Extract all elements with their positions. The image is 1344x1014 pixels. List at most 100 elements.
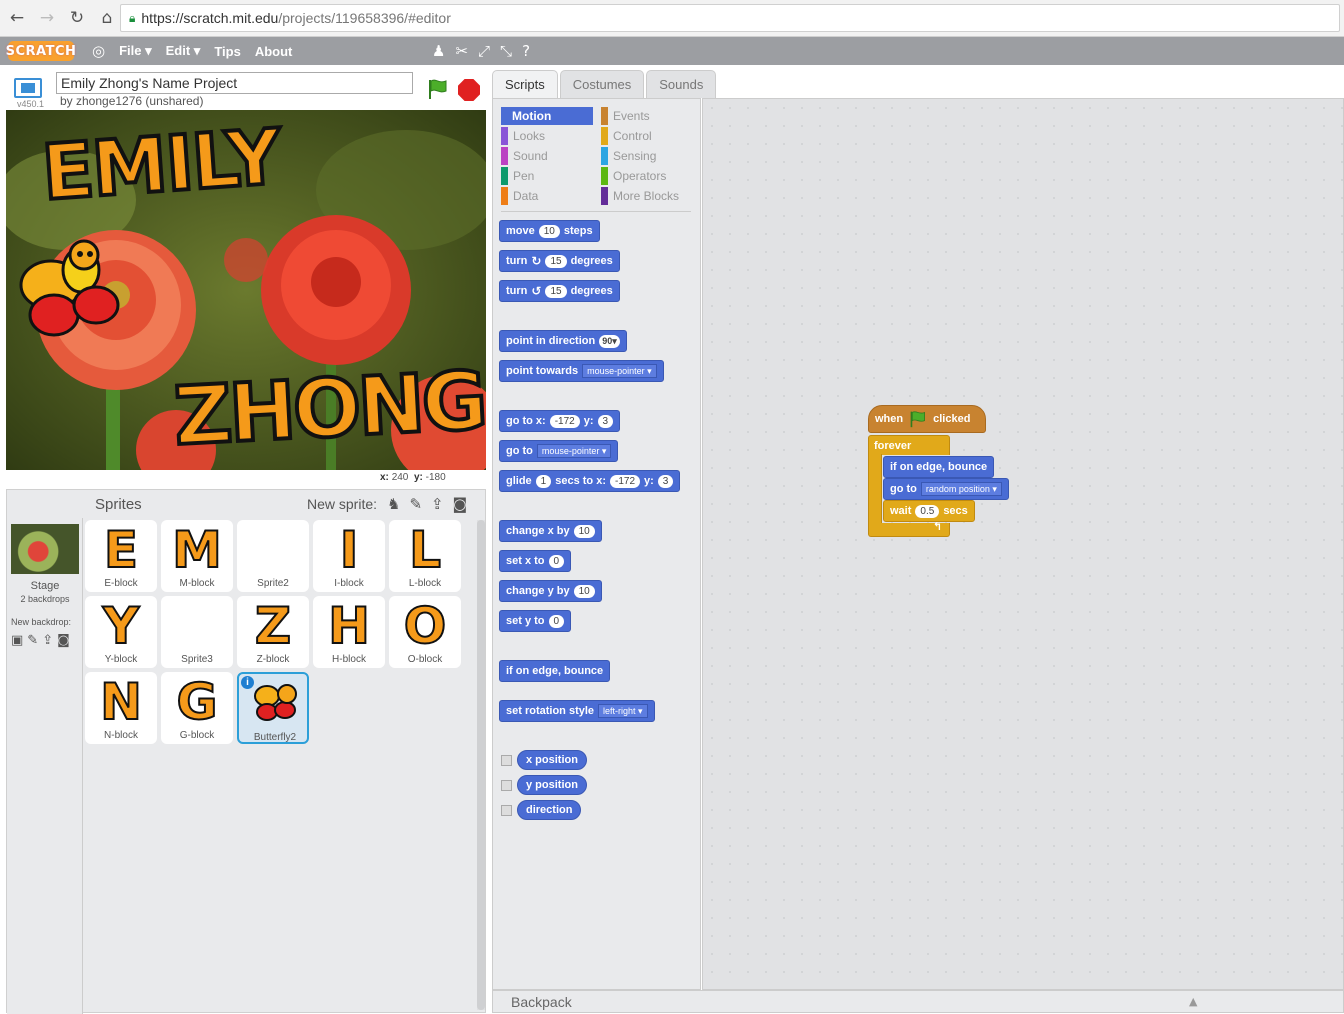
home-icon[interactable]: ⌂ bbox=[94, 5, 120, 31]
sprite-tile[interactable]: Z Z-block bbox=[237, 596, 309, 668]
project-author: by zhonge1276 (unshared) bbox=[60, 94, 204, 108]
upload-icon[interactable]: ⇪ bbox=[431, 495, 444, 513]
green-flag-icon bbox=[910, 411, 926, 428]
category-sound[interactable]: Sound bbox=[501, 147, 593, 165]
block-go-to[interactable]: go to mouse-pointer ▾ bbox=[499, 440, 619, 462]
stage-title-emily: EMILY bbox=[37, 110, 284, 219]
expand-arrow-icon[interactable]: ▲ bbox=[1189, 995, 1197, 1008]
category-operators[interactable]: Operators bbox=[601, 167, 693, 185]
sprite-tile[interactable]: L L-block bbox=[389, 520, 461, 592]
sprite-costume-thumbnail: E bbox=[103, 521, 139, 579]
script-area[interactable]: when clicked forever ↰ if on edge, bounc… bbox=[702, 98, 1344, 990]
back-arrow-icon[interactable]: ← bbox=[4, 5, 30, 31]
duplicate-stamp-icon[interactable]: ♟ bbox=[432, 42, 445, 60]
block-move-steps[interactable]: move 10 steps bbox=[499, 220, 600, 242]
help-icon[interactable]: ? bbox=[522, 42, 530, 60]
stop-sign-icon[interactable] bbox=[458, 79, 480, 101]
block-turn-right[interactable]: turn ↻ 15 degrees bbox=[499, 250, 620, 272]
sprite-tile[interactable]: Y Y-block bbox=[85, 596, 157, 668]
reporter-y-position[interactable]: y position bbox=[517, 775, 587, 795]
block-point-in-direction[interactable]: point in direction 90▾ bbox=[499, 330, 627, 352]
sprite-name: H-block bbox=[332, 654, 366, 665]
block-turn-left[interactable]: turn ↺ 15 degrees bbox=[499, 280, 620, 302]
backdrop-upload-icon[interactable]: ⇪ bbox=[42, 633, 53, 648]
sprite-costume-thumbnail: G bbox=[175, 673, 218, 731]
reporter-x-position[interactable]: x position bbox=[517, 750, 587, 770]
script-if-on-edge-bounce[interactable]: if on edge, bounce bbox=[883, 456, 995, 478]
sprite-tile[interactable]: O O-block bbox=[389, 596, 461, 668]
sprite-tile[interactable]: N N-block bbox=[85, 672, 157, 744]
block-if-on-edge-bounce[interactable]: if on edge, bounce bbox=[499, 660, 611, 682]
category-events[interactable]: Events bbox=[601, 107, 693, 125]
sprite-tile[interactable]: M M-block bbox=[161, 520, 233, 592]
block-glide[interactable]: glide 1 secs to x: -172 y: 3 bbox=[499, 470, 681, 492]
sprite-tile[interactable]: i Butterfly2 bbox=[237, 672, 309, 744]
url-path: /projects/119658396/#editor bbox=[278, 10, 451, 26]
tab-scripts[interactable]: Scripts bbox=[492, 70, 558, 98]
category-pen[interactable]: Pen bbox=[501, 167, 593, 185]
hat-when-flag-clicked[interactable]: when clicked bbox=[868, 405, 986, 433]
sprite-tile[interactable]: Sprite2 bbox=[237, 520, 309, 592]
sprite-tile[interactable]: G G-block bbox=[161, 672, 233, 744]
sprite-tile[interactable]: E E-block bbox=[85, 520, 157, 592]
new-backdrop-label: New backdrop: bbox=[11, 617, 72, 627]
cut-scissors-icon[interactable]: ✂ bbox=[455, 42, 468, 60]
category-data[interactable]: Data bbox=[501, 187, 593, 205]
project-title-input[interactable]: Emily Zhong's Name Project bbox=[56, 72, 413, 94]
camera-icon[interactable]: ◙ bbox=[453, 495, 468, 513]
reporter-direction[interactable]: direction bbox=[517, 800, 582, 820]
x-position-checkbox[interactable] bbox=[501, 755, 512, 766]
backdrop-library-icon[interactable]: ▣ bbox=[11, 633, 23, 648]
sprite-tile[interactable]: Sprite3 bbox=[161, 596, 233, 668]
direction-checkbox[interactable] bbox=[501, 805, 512, 816]
reload-icon[interactable]: ↻ bbox=[64, 5, 90, 31]
presentation-mode-icon[interactable] bbox=[14, 78, 42, 98]
block-change-x[interactable]: change x by 10 bbox=[499, 520, 602, 542]
sprite-tile[interactable]: H H-block bbox=[313, 596, 385, 668]
forever-loop[interactable]: forever bbox=[868, 435, 950, 455]
category-motion[interactable]: Motion bbox=[501, 107, 593, 125]
backpack-bar[interactable]: Backpack ▲ bbox=[492, 990, 1344, 1013]
choose-sprite-library-icon[interactable]: ♞ bbox=[387, 495, 400, 513]
turn-counterclockwise-icon: ↺ bbox=[531, 284, 542, 298]
script-wait-secs[interactable]: wait 0.5 secs bbox=[883, 500, 975, 522]
forward-arrow-icon[interactable]: → bbox=[34, 5, 60, 31]
grow-icon[interactable]: ⤢ bbox=[478, 42, 490, 60]
block-set-rotation-style[interactable]: set rotation style left-right ▾ bbox=[499, 700, 655, 722]
block-set-x[interactable]: set x to 0 bbox=[499, 550, 572, 572]
globe-icon[interactable]: ◎ bbox=[92, 42, 105, 60]
menu-about[interactable]: About bbox=[255, 44, 293, 59]
tab-sounds[interactable]: Sounds bbox=[646, 70, 717, 98]
category-looks[interactable]: Looks bbox=[501, 127, 593, 145]
stage-thumbnail[interactable] bbox=[11, 524, 79, 574]
menu-tips[interactable]: Tips bbox=[214, 44, 241, 59]
sprite-scrollbar-thumb[interactable] bbox=[477, 520, 485, 1010]
scratch-logo[interactable]: SCRATCH bbox=[6, 41, 76, 61]
category-control[interactable]: Control bbox=[601, 127, 693, 145]
menu-edit[interactable]: Edit ▾ bbox=[166, 43, 201, 59]
category-more-blocks[interactable]: More Blocks bbox=[601, 187, 693, 205]
stage-thumbnail-column[interactable]: Stage 2 backdrops New backdrop: ▣ ✎ ⇪ ◙ bbox=[7, 518, 83, 1014]
backdrop-camera-icon[interactable]: ◙ bbox=[57, 633, 70, 648]
block-point-towards[interactable]: point towards mouse-pointer ▾ bbox=[499, 360, 664, 382]
shrink-icon[interactable]: ⤡ bbox=[500, 42, 512, 60]
sprite-name: M-block bbox=[179, 578, 215, 589]
paint-brush-icon[interactable]: ✎ bbox=[409, 495, 422, 513]
sprite-name: N-block bbox=[104, 730, 138, 741]
backdrop-paint-icon[interactable]: ✎ bbox=[27, 633, 38, 648]
sprite-costume-thumbnail: Y bbox=[102, 597, 140, 655]
y-position-checkbox[interactable] bbox=[501, 780, 512, 791]
address-bar[interactable]: 🔒︎ https://scratch.mit.edu/projects/1196… bbox=[120, 4, 1340, 32]
tab-costumes[interactable]: Costumes bbox=[559, 70, 645, 98]
block-go-to-xy[interactable]: go to x: -172 y: 3 bbox=[499, 410, 621, 432]
stage-canvas[interactable]: EMILY ZHONG bbox=[6, 110, 486, 470]
block-change-y[interactable]: change y by 10 bbox=[499, 580, 602, 602]
script-go-to-random[interactable]: go to random position ▾ bbox=[883, 478, 1009, 500]
menu-file[interactable]: File ▾ bbox=[119, 43, 152, 59]
category-sensing[interactable]: Sensing bbox=[601, 147, 693, 165]
version-label: v450.1 bbox=[17, 99, 45, 109]
green-flag-icon[interactable] bbox=[426, 78, 450, 100]
sprite-library-pane: Sprites New sprite: ♞ ✎ ⇪ ◙ Stage 2 back… bbox=[6, 489, 486, 1014]
sprite-tile[interactable]: I I-block bbox=[313, 520, 385, 592]
block-set-y[interactable]: set y to 0 bbox=[499, 610, 572, 632]
